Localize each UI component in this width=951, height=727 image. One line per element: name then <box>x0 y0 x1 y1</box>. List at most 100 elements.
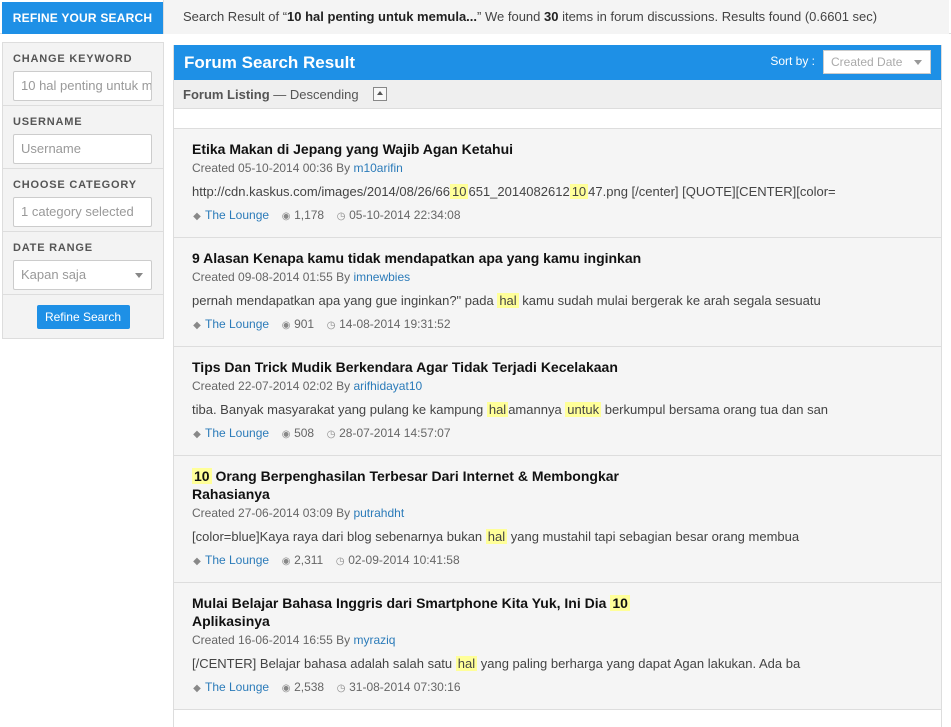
listing-label: Forum Listing <box>183 87 270 102</box>
username-group: USERNAME Username <box>3 106 163 169</box>
category-link[interactable]: The Lounge <box>205 680 269 694</box>
result-item: Mulai Belajar Bahasa Inggris dari Smartp… <box>174 583 941 710</box>
summary-query: 10 hal penting untuk memula... <box>287 9 478 24</box>
result-meta: ◆ The Lounge ◉ 2,538 ◷ 31-08-2014 07:30:16 <box>192 679 923 709</box>
highlight: hal <box>485 529 508 544</box>
highlight: 10 <box>569 184 589 199</box>
author-link[interactable]: putrahdht <box>353 506 404 520</box>
text-segment: 9 Alasan Kenapa kamu tidak mendapatkan a… <box>192 250 642 266</box>
collapse-icon[interactable] <box>373 87 387 101</box>
text-segment: kamu sudah mulai bergerak ke arah segala… <box>518 293 821 308</box>
clock-icon: ◷ <box>336 683 346 694</box>
text-segment: yang paling berharga yang dapat Agan lak… <box>477 656 801 671</box>
category-link[interactable]: The Lounge <box>205 317 269 331</box>
result-created: Created 22-07-2014 02:02 By arifhidayat1… <box>192 378 923 394</box>
last-post-date: 14-08-2014 19:31:52 <box>339 317 451 331</box>
text-segment: Tips Dan Trick Mudik Berkendara Agar Tid… <box>192 359 618 375</box>
summary-count: 30 <box>544 9 559 24</box>
result-snippet: tiba. Banyak masyarakat yang pulang ke k… <box>192 401 923 418</box>
sort-select-value: Created Date <box>831 55 903 69</box>
refine-search-button[interactable]: Refine Search <box>36 305 130 329</box>
result-snippet: http://cdn.kaskus.com/images/2014/08/26/… <box>192 183 923 200</box>
category-select[interactable]: 1 category selected <box>13 197 152 227</box>
chevron-down-icon <box>914 60 922 65</box>
author-link[interactable]: imnewbies <box>353 270 410 284</box>
result-title[interactable]: 9 Alasan Kenapa kamu tidak mendapatkan a… <box>192 249 652 267</box>
result-title[interactable]: Mulai Belajar Bahasa Inggris dari Smartp… <box>192 594 652 630</box>
eye-icon: ◉ <box>281 556 291 567</box>
listing-order: Descending <box>289 87 359 102</box>
daterange-label: DATE RANGE <box>13 242 93 254</box>
results-header: Forum Search Result Sort by : Created Da… <box>174 45 941 80</box>
text-segment: Mulai Belajar Bahasa Inggris dari Smartp… <box>192 595 611 611</box>
text-segment: 47.png [/center] [QUOTE][CENTER][color= <box>588 184 836 199</box>
result-item: Etika Makan di Jepang yang Wajib Agan Ke… <box>174 129 941 238</box>
clock-icon: ◷ <box>326 429 336 440</box>
created-text: Created 27-06-2014 03:09 By <box>192 506 354 520</box>
result-item: 10 Orang Berpenghasilan Terbesar Dari In… <box>174 456 941 583</box>
highlight: 10 <box>610 595 630 611</box>
result-snippet: pernah mendapatkan apa yang gue inginkan… <box>192 292 923 309</box>
text-segment: [color=blue]Kaya raya dari blog sebenarn… <box>192 529 486 544</box>
result-title[interactable]: 10 Orang Berpenghasilan Terbesar Dari In… <box>192 467 652 503</box>
author-link[interactable]: m10arifin <box>353 161 402 175</box>
summary-suffix: items in forum discussions. Results foun… <box>558 9 878 24</box>
text-segment: [/CENTER] Belajar bahasa adalah salah sa… <box>192 656 456 671</box>
created-text: Created 09-08-2014 01:55 By <box>192 270 354 284</box>
spacer <box>174 109 941 129</box>
sort-select[interactable]: Created Date <box>823 50 931 74</box>
text-segment: 651_2014082612 <box>468 184 570 199</box>
view-count: 2,311 <box>294 553 324 567</box>
last-post-date: 31-08-2014 07:30:16 <box>349 680 461 694</box>
daterange-select[interactable]: Kapan saja <box>13 260 152 290</box>
highlight: 10 <box>192 468 212 484</box>
highlight: hal <box>486 402 509 417</box>
clock-icon: ◷ <box>335 556 345 567</box>
sort-label: Sort by : <box>770 54 815 68</box>
text-segment: Etika Makan di Jepang yang Wajib Agan Ke… <box>192 141 514 157</box>
view-count: 2,538 <box>294 680 325 694</box>
result-title[interactable]: Etika Makan di Jepang yang Wajib Agan Ke… <box>192 140 652 158</box>
tag-icon: ◆ <box>193 429 201 440</box>
created-text: Created 22-07-2014 02:02 By <box>192 379 354 393</box>
result-meta: ◆ The Lounge ◉ 1,178 ◷ 05-10-2014 22:34:08 <box>192 207 923 237</box>
highlight: hal <box>455 656 478 671</box>
result-item: 9 Alasan Kenapa kamu tidak mendapatkan a… <box>174 238 941 347</box>
last-post-date: 28-07-2014 14:57:07 <box>339 426 451 440</box>
eye-icon: ◉ <box>281 320 291 331</box>
category-link[interactable]: The Lounge <box>205 208 269 222</box>
view-count: 508 <box>294 426 315 440</box>
result-snippet: [/CENTER] Belajar bahasa adalah salah sa… <box>192 655 923 672</box>
keyword-label: CHANGE KEYWORD <box>13 53 133 65</box>
category-select-value: 1 category selected <box>21 204 134 219</box>
refine-sidebar: CHANGE KEYWORD 10 hal penting untuk m US… <box>2 42 164 339</box>
category-link[interactable]: The Lounge <box>205 553 269 567</box>
result-meta: ◆ The Lounge ◉ 2,311 ◷ 02-09-2014 10:41:58 <box>192 552 923 582</box>
username-input[interactable]: Username <box>13 134 152 164</box>
text-segment: Orang Berpenghasilan Terbesar Dari Inter… <box>192 468 619 502</box>
category-label: CHOOSE CATEGORY <box>13 179 137 191</box>
text-segment: pernah mendapatkan apa yang gue inginkan… <box>192 293 498 308</box>
refine-button-wrap: Refine Search <box>3 295 163 329</box>
summary-prefix: Search Result of “ <box>183 9 288 24</box>
search-summary: Search Result of “10 hal penting untuk m… <box>163 0 949 34</box>
tag-icon: ◆ <box>193 683 201 694</box>
main-panel: Forum Search Result Sort by : Created Da… <box>173 45 942 727</box>
author-link[interactable]: arifhidayat10 <box>353 379 422 393</box>
summary-middle: ” We found <box>477 9 544 24</box>
refine-search-tab[interactable]: REFINE YOUR SEARCH <box>2 2 163 34</box>
highlight: hal <box>497 293 519 308</box>
text-segment: http://cdn.kaskus.com/images/2014/08/26/… <box>192 184 450 199</box>
result-meta: ◆ The Lounge ◉ 901 ◷ 14-08-2014 19:31:52 <box>192 316 923 346</box>
daterange-group: DATE RANGE Kapan saja <box>3 232 163 295</box>
category-group: CHOOSE CATEGORY 1 category selected <box>3 169 163 232</box>
text-segment: berkumpul bersama orang tua dan san <box>601 402 829 417</box>
tag-icon: ◆ <box>193 211 201 222</box>
forum-listing-bar: Forum Listing — Descending <box>174 80 941 109</box>
text-segment: amannya <box>508 402 566 417</box>
clock-icon: ◷ <box>336 211 346 222</box>
keyword-input[interactable]: 10 hal penting untuk m <box>13 71 152 101</box>
result-title[interactable]: Tips Dan Trick Mudik Berkendara Agar Tid… <box>192 358 652 376</box>
author-link[interactable]: myraziq <box>353 633 395 647</box>
category-link[interactable]: The Lounge <box>205 426 269 440</box>
